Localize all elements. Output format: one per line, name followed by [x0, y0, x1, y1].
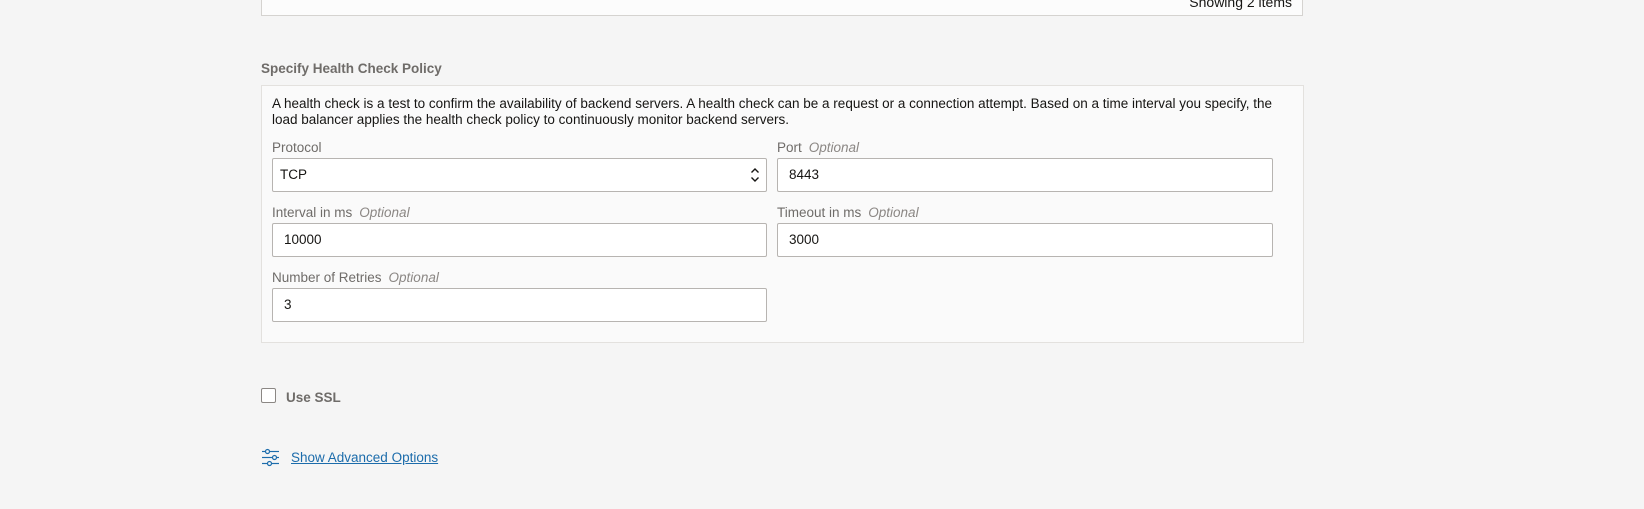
health-check-description: A health check is a test to confirm the … [272, 96, 1273, 127]
port-optional-text: Optional [808, 140, 860, 155]
protocol-label-text: Protocol [272, 140, 322, 155]
page: Showing 2 items Specify Health Check Pol… [0, 0, 1644, 509]
protocol-select[interactable]: TCP [272, 158, 767, 192]
protocol-value: TCP [280, 167, 307, 182]
show-advanced-options[interactable]: Show Advanced Options [261, 448, 438, 467]
port-label-text: Port [777, 140, 802, 155]
select-arrows-icon [751, 168, 759, 182]
port-value: 8443 [789, 167, 820, 182]
use-ssl-row: Use SSL [261, 386, 341, 405]
retries-label-text: Number of Retries [272, 270, 382, 285]
use-ssl-checkbox[interactable] [261, 388, 276, 403]
port-label: Port Optional [777, 140, 859, 155]
retries-label: Number of Retries Optional [272, 270, 439, 285]
interval-label: Interval in ms Optional [272, 205, 410, 220]
interval-label-text: Interval in ms [272, 205, 353, 220]
items-count-text: Showing 2 items [1189, 0, 1292, 10]
retries-input[interactable]: 3 [272, 288, 767, 322]
interval-input[interactable]: 10000 [272, 223, 767, 257]
retries-optional-text: Optional [388, 270, 439, 285]
interval-optional-text: Optional [359, 205, 410, 220]
timeout-input[interactable]: 3000 [777, 223, 1273, 257]
sliders-icon [262, 448, 279, 467]
timeout-label: Timeout in ms Optional [777, 205, 919, 220]
timeout-label-text: Timeout in ms [777, 205, 862, 220]
backend-list-panel: Showing 2 items [261, 0, 1303, 16]
use-ssl-label[interactable]: Use SSL [286, 390, 341, 405]
health-check-panel: A health check is a test to confirm the … [261, 85, 1304, 343]
show-advanced-options-link[interactable]: Show Advanced Options [291, 450, 438, 465]
section-title: Specify Health Check Policy [261, 61, 442, 76]
interval-value: 10000 [284, 232, 322, 247]
retries-value: 3 [284, 297, 292, 312]
protocol-label: Protocol [272, 140, 322, 155]
timeout-optional-text: Optional [868, 205, 919, 220]
timeout-value: 3000 [789, 232, 820, 247]
port-input[interactable]: 8443 [777, 158, 1273, 192]
